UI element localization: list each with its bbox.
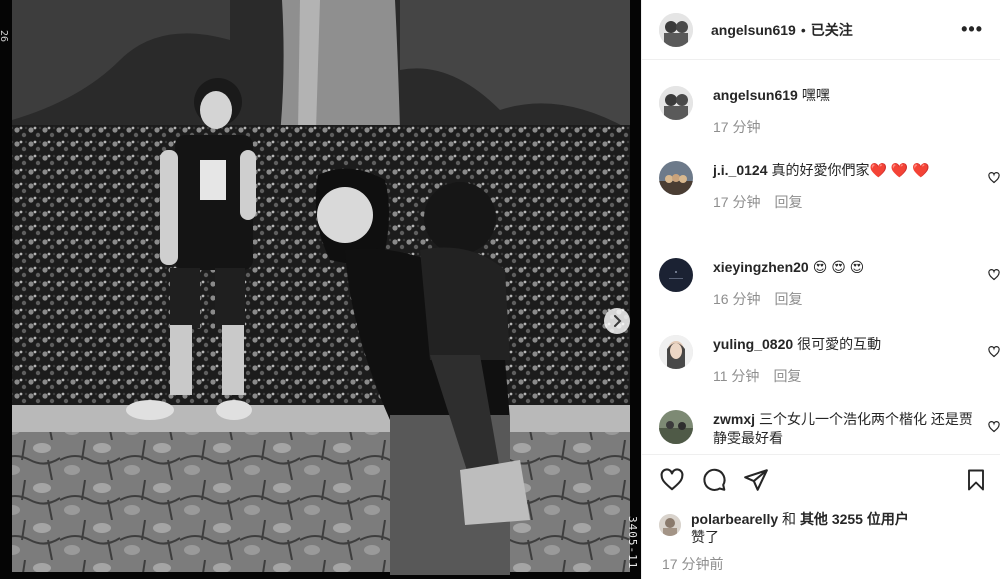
commenter-avatar[interactable] bbox=[659, 258, 693, 292]
like-comment-heart-icon[interactable] bbox=[988, 345, 1000, 363]
comment-time[interactable]: 17 分钟 bbox=[713, 117, 760, 137]
reply-button[interactable]: 回复 bbox=[773, 366, 801, 386]
comment-text: 真的好愛你們家❤️ ❤️ ❤️ bbox=[771, 162, 930, 178]
comment-item: j.i._0124 真的好愛你們家❤️ ❤️ ❤️ 17 分钟 回复 bbox=[659, 161, 1000, 212]
likes-suffix: 赞了 bbox=[691, 529, 719, 545]
liker-avatar[interactable] bbox=[659, 514, 681, 536]
author-avatar[interactable] bbox=[659, 12, 693, 47]
likes-summary: polarbearelly 和 其他 3255 位用户 赞了 bbox=[659, 510, 983, 546]
reply-button[interactable]: 回复 bbox=[774, 289, 802, 309]
commenter-username[interactable]: yuling_0820 bbox=[713, 336, 793, 352]
commenter-username[interactable]: angelsun619 bbox=[713, 87, 798, 103]
comment-bubble-icon[interactable] bbox=[701, 467, 727, 493]
photo-scene bbox=[0, 0, 641, 579]
post-actions bbox=[659, 460, 988, 500]
post-sidebar: angelsun619 • 已关注 ••• angelsun619 嘿嘿 17 分… bbox=[641, 0, 1000, 579]
commenter-avatar[interactable] bbox=[659, 86, 693, 120]
comment-item: zwmxj 三个女儿一个浩化两个楷化 还是贾静雯最好看 bbox=[659, 410, 1000, 448]
like-comment-heart-icon[interactable] bbox=[988, 268, 1000, 286]
caption-comment: angelsun619 嘿嘿 17 分钟 bbox=[659, 86, 983, 137]
comment-time[interactable]: 16 分钟 bbox=[713, 289, 760, 309]
like-comment-heart-icon[interactable] bbox=[988, 171, 1000, 189]
post-header: angelsun619 • 已关注 ••• bbox=[642, 0, 1000, 60]
commenter-avatar[interactable] bbox=[659, 161, 693, 195]
likes-and: 和 bbox=[782, 511, 797, 527]
commenter-avatar[interactable] bbox=[659, 410, 693, 444]
bookmark-icon[interactable] bbox=[964, 467, 988, 493]
comment-time[interactable]: 11 分钟 bbox=[713, 366, 759, 386]
separator-dot: • bbox=[800, 21, 806, 38]
commenter-avatar[interactable] bbox=[659, 335, 693, 369]
divider bbox=[642, 454, 1000, 455]
film-number: 3405-11 bbox=[626, 515, 639, 569]
comment-item: xieyingzhen20 😍 😍 😍 16 分钟 回复 bbox=[659, 258, 1000, 309]
chevron-right-icon bbox=[614, 315, 622, 327]
like-heart-icon[interactable] bbox=[659, 467, 685, 493]
comment-text: 很可愛的互動 bbox=[797, 336, 882, 352]
comment-item: yuling_0820 很可愛的互動 11 分钟 回复 bbox=[659, 335, 1000, 386]
post-photo[interactable]: 26 3405-11 bbox=[0, 0, 641, 579]
share-paper-plane-icon[interactable] bbox=[743, 467, 769, 493]
comments-list[interactable]: angelsun619 嘿嘿 17 分钟 j.i._0124 真的好愛你們家❤️ ❤… bbox=[642, 61, 1000, 454]
film-mark-top: 26 bbox=[0, 30, 9, 43]
likes-others-link[interactable]: 其他 3255 位用户 bbox=[800, 511, 909, 527]
liker-username[interactable]: polarbearelly bbox=[691, 511, 778, 527]
more-options-icon[interactable]: ••• bbox=[961, 19, 983, 40]
like-comment-heart-icon[interactable] bbox=[988, 420, 1000, 438]
commenter-username[interactable]: zwmxj bbox=[713, 411, 755, 427]
comment-text: 😍 😍 😍 bbox=[812, 259, 865, 275]
posted-time[interactable]: 17 分钟前 bbox=[662, 554, 723, 574]
author-username[interactable]: angelsun619 bbox=[711, 22, 796, 38]
comment-time[interactable]: 17 分钟 bbox=[713, 192, 760, 212]
comment-text: 嘿嘿 bbox=[801, 87, 830, 103]
following-button[interactable]: 已关注 bbox=[811, 20, 853, 40]
reply-button[interactable]: 回复 bbox=[774, 192, 802, 212]
commenter-username[interactable]: xieyingzhen20 bbox=[713, 259, 809, 275]
next-photo-button[interactable] bbox=[604, 308, 630, 334]
commenter-username[interactable]: j.i._0124 bbox=[713, 162, 768, 178]
